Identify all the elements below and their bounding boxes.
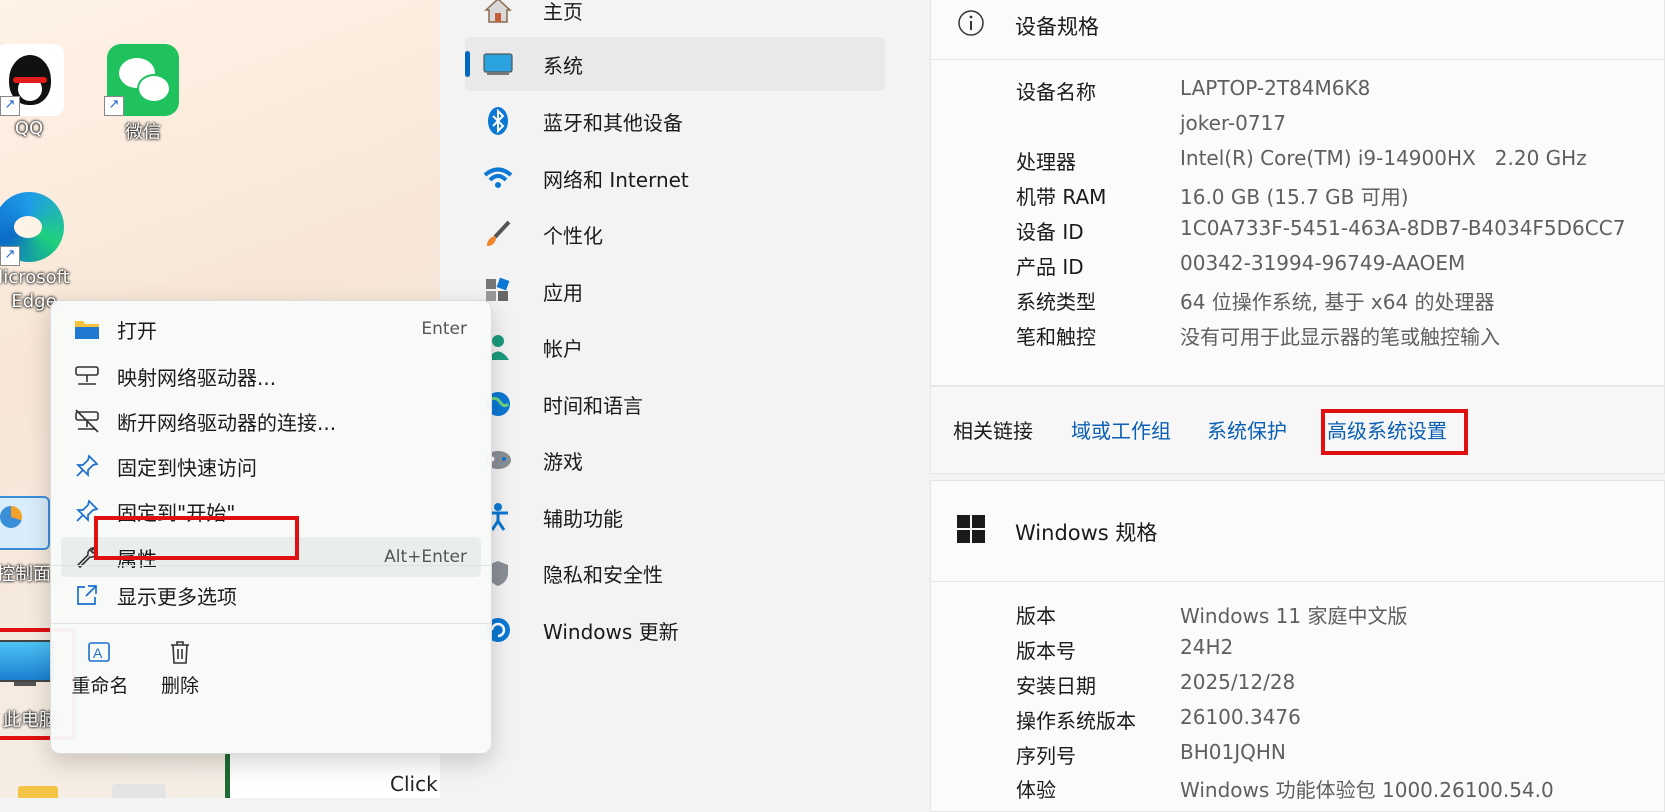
spec-row: 版本 Windows 11 家庭中文版 — [1016, 604, 1408, 628]
nav-item-windows-update[interactable]: Windows 更新 — [465, 603, 885, 657]
home-icon — [481, 0, 515, 25]
share-icon — [73, 581, 101, 609]
folder-icon[interactable] — [18, 786, 58, 798]
control-panel-icon[interactable] — [0, 496, 50, 550]
nav-item-apps[interactable]: 应用 — [465, 264, 885, 318]
shortcut-arrow-icon: ↗ — [0, 96, 20, 116]
selection-indicator — [465, 51, 470, 77]
spec-row: 产品 ID 00342-31994-96749-AAOEM — [1016, 251, 1466, 279]
spec-row: joker-0717 — [1180, 111, 1287, 135]
wifi-icon — [481, 163, 515, 193]
info-icon — [957, 9, 985, 42]
device-specs-body: 设备名称 LAPTOP-2T84M6K8 joker-0717 处理器 Intel(… — [930, 60, 1665, 386]
windows-specs-title: Windows 规格 — [1015, 520, 1158, 545]
menu-item-open[interactable]: 打开 Enter — [61, 309, 481, 349]
device-specs-header[interactable]: 设备规格 — [930, 0, 1665, 60]
spec-row: 机带 RAM 16.0 GB (15.7 GB 可用) — [1016, 185, 1409, 209]
disconnect-drive-icon — [73, 407, 101, 435]
nav-item-home[interactable]: 主页 — [465, 0, 885, 37]
recycle-bin-icon[interactable] — [112, 784, 166, 798]
menu-button-delete[interactable]: 删除 — [135, 639, 225, 698]
link-system-protection[interactable]: 系统保护 — [1207, 415, 1287, 444]
brush-icon — [481, 219, 515, 249]
desktop-label-wechat[interactable]: 微信 — [118, 118, 168, 144]
settings-content: 设备规格 设备名称 LAPTOP-2T84M6K8 joker-0717 处理器 I… — [930, 0, 1665, 812]
spec-row: 序列号 BH01JQHN — [1016, 740, 1286, 768]
nav-item-bluetooth[interactable]: 蓝牙和其他设备 — [465, 94, 885, 148]
spec-row: 操作系统版本 26100.3476 — [1016, 705, 1301, 733]
context-menu: 打开 Enter 映射网络驱动器... 断开网络驱动器的连接... 固定到快速访… — [50, 300, 492, 754]
related-links-bar: 相关链接 域或工作组 系统保护 高级系统设置 — [930, 386, 1665, 474]
nav-item-gaming[interactable]: 游戏 — [465, 433, 885, 487]
nav-item-accounts[interactable]: 帐户 — [465, 320, 885, 374]
trash-icon — [167, 639, 193, 665]
background-window: Click — [225, 752, 445, 798]
spec-row: 笔和触控 没有可用于此显示器的笔或触控输入 — [1016, 325, 1500, 349]
display-icon — [481, 49, 515, 79]
rename-icon: A — [87, 639, 113, 665]
pin-icon — [73, 452, 101, 480]
menu-item-disconnect-network-drive[interactable]: 断开网络驱动器的连接... — [61, 401, 481, 441]
nav-item-time-language[interactable]: 时间和语言 — [465, 377, 885, 431]
shortcut-hint: Enter — [421, 319, 467, 339]
spec-row: 系统类型 64 位操作系统, 基于 x64 的处理器 — [1016, 290, 1495, 314]
windows-specs-body: 版本 Windows 11 家庭中文版 版本号 24H2 安装日期 2025/12/2… — [930, 582, 1665, 812]
nav-item-accessibility[interactable]: 辅助功能 — [465, 490, 885, 544]
highlight-box-properties — [94, 516, 299, 560]
nav-item-system[interactable]: 系统 — [465, 37, 885, 91]
background-window-text: Click — [390, 772, 438, 796]
network-drive-icon — [73, 362, 101, 390]
spec-row: 安装日期 2025/12/28 — [1016, 670, 1296, 698]
nav-item-network[interactable]: 网络和 Internet — [465, 151, 885, 205]
shortcut-hint: Alt+Enter — [384, 547, 467, 567]
desktop-label-qq[interactable]: QQ — [4, 118, 54, 139]
menu-item-map-network-drive[interactable]: 映射网络驱动器... — [61, 356, 481, 396]
link-domain-workgroup[interactable]: 域或工作组 — [1071, 415, 1171, 444]
device-specs-title: 设备规格 — [1015, 14, 1099, 39]
desktop-label-control-panel[interactable]: 控制面 — [0, 560, 54, 586]
spec-row: 体验 Windows 功能体验包 1000.26100.54.0 — [1016, 778, 1554, 802]
related-links-label: 相关链接 — [953, 419, 1033, 443]
spec-row: 设备名称 LAPTOP-2T84M6K8 — [1016, 76, 1371, 104]
shortcut-arrow-icon: ↗ — [0, 246, 20, 266]
highlight-box-advanced-settings — [1321, 409, 1468, 455]
windows-specs-header[interactable]: Windows 规格 — [930, 480, 1665, 582]
folder-icon — [73, 315, 101, 343]
menu-item-pin-quick-access[interactable]: 固定到快速访问 — [61, 446, 481, 486]
settings-nav: 主页 系统 蓝牙和其他设备 网络和 Internet 个性化 应用 帐户 时间和… — [440, 0, 930, 798]
svg-text:A: A — [93, 645, 103, 661]
menu-divider — [51, 565, 491, 566]
windows-logo-icon — [957, 515, 985, 548]
shortcut-arrow-icon: ↗ — [104, 96, 124, 116]
spec-row: 处理器 Intel(R) Core(TM) i9-14900HX 2.20 GHz — [1016, 146, 1587, 174]
menu-divider — [51, 623, 491, 624]
nav-item-privacy[interactable]: 隐私和安全性 — [465, 546, 885, 600]
menu-item-show-more-options[interactable]: 显示更多选项 — [61, 575, 481, 615]
menu-button-rename[interactable]: A 重命名 — [55, 639, 145, 698]
spec-row: 版本号 24H2 — [1016, 635, 1234, 663]
bluetooth-icon — [481, 106, 515, 136]
nav-item-personalization[interactable]: 个性化 — [465, 207, 885, 261]
spec-row: 设备 ID 1C0A733F-5451-463A-8DB7-B4034F5D6CC… — [1016, 216, 1626, 244]
